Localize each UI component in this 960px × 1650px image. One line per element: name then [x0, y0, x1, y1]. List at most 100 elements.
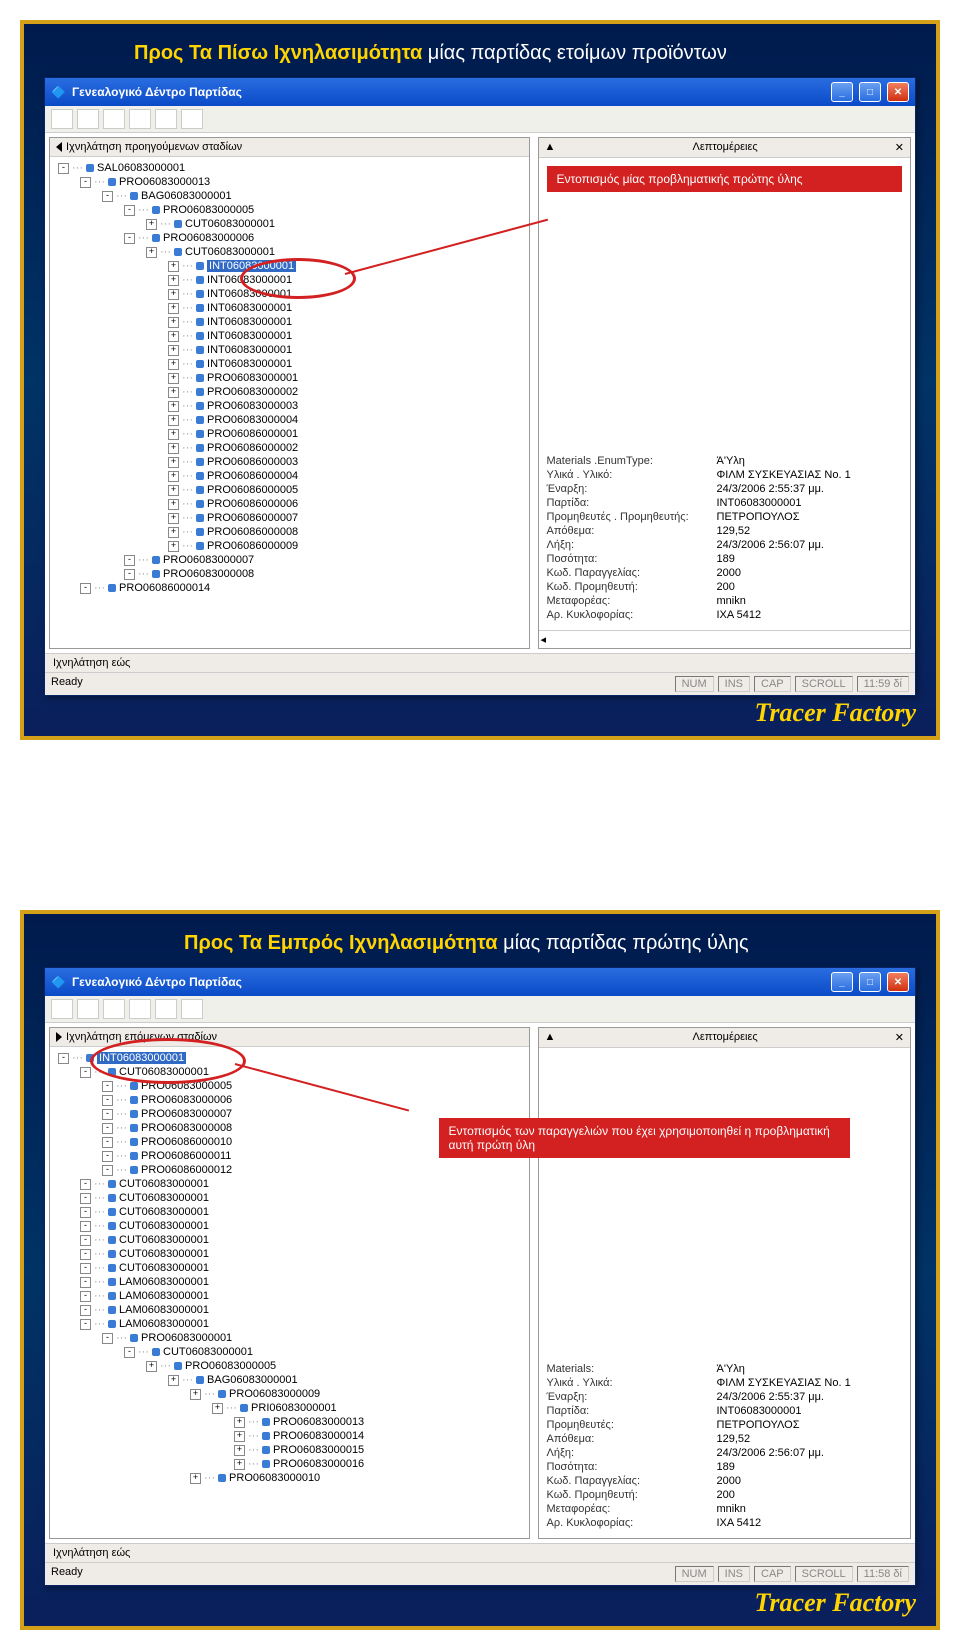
toolbar-button[interactable] [51, 999, 73, 1019]
tree-node[interactable]: +··· CUT06083000001 [50, 245, 529, 259]
close-panel-icon[interactable]: ✕ [895, 1031, 904, 1044]
tree-node[interactable]: -··· PRO06083000001 [50, 1331, 529, 1345]
toolbar-button[interactable] [77, 999, 99, 1019]
tree-expander[interactable]: + [168, 429, 179, 440]
tree-expander[interactable]: - [102, 1109, 113, 1120]
tree-node[interactable]: +··· INT06083000001 [50, 259, 529, 273]
tree-expander[interactable]: + [168, 457, 179, 468]
tree-node[interactable]: +··· INT06083000001 [50, 315, 529, 329]
tree-node[interactable]: -··· PRO06083000006 [50, 1093, 529, 1107]
tree-expander[interactable]: - [102, 1137, 113, 1148]
tree-node[interactable]: +··· BAG06083000001 [50, 1373, 529, 1387]
tree-node[interactable]: +··· PRO06086000001 [50, 427, 529, 441]
minimize-button[interactable]: _ [831, 82, 853, 102]
tree-expander[interactable]: - [124, 555, 135, 566]
tree-node[interactable]: +··· PRO06083000001 [50, 371, 529, 385]
tree-node[interactable]: +··· INT06083000001 [50, 273, 529, 287]
tree-pane[interactable]: Ιχνηλάτηση επόμενων σταδίων -··· INT0608… [49, 1027, 530, 1539]
tree-node[interactable]: -··· CUT06083000001 [50, 1247, 529, 1261]
tree-node[interactable]: +··· PRO06083000013 [50, 1415, 529, 1429]
toolbar-button[interactable] [77, 109, 99, 129]
tree-node[interactable]: -··· LAM06083000001 [50, 1317, 529, 1331]
toolbar-button[interactable] [181, 109, 203, 129]
toolbar-button[interactable] [155, 999, 177, 1019]
tree-expander[interactable]: - [80, 1193, 91, 1204]
maximize-button[interactable]: □ [859, 972, 881, 992]
tree-node[interactable]: +··· PRO06083000010 [50, 1471, 529, 1485]
tree-expander[interactable]: - [102, 1333, 113, 1344]
tree-node[interactable]: -··· PRO06083000008 [50, 567, 529, 581]
collapse-icon[interactable] [56, 142, 62, 152]
tree-node[interactable]: +··· INT06083000001 [50, 301, 529, 315]
tree-expander[interactable]: - [102, 1165, 113, 1176]
tree-node[interactable]: -··· PRO06083000013 [50, 175, 529, 189]
tree-node[interactable]: +··· PRO06083000014 [50, 1429, 529, 1443]
tree-expander[interactable]: + [168, 415, 179, 426]
expand-icon[interactable]: ▲ [545, 141, 556, 154]
tree-node[interactable]: +··· PRO06083000003 [50, 399, 529, 413]
tree-node[interactable]: +··· PRO06083000009 [50, 1387, 529, 1401]
tree-node[interactable]: +··· PRO06086000003 [50, 455, 529, 469]
tree-node[interactable]: -··· INT06083000001 [50, 1051, 529, 1065]
tree-expander[interactable]: - [102, 1095, 113, 1106]
tree-expander[interactable]: + [168, 513, 179, 524]
tree-expander[interactable]: - [80, 1249, 91, 1260]
tree-expander[interactable]: - [58, 163, 69, 174]
tree-expander[interactable]: - [102, 1151, 113, 1162]
tree-expander[interactable]: - [102, 1081, 113, 1092]
tree-node[interactable]: +··· PRO06086000007 [50, 511, 529, 525]
tree-node[interactable]: +··· PRO06086000009 [50, 539, 529, 553]
tree-node[interactable]: -··· PRO06086000014 [50, 581, 529, 595]
tree-node[interactable]: +··· PRO06083000016 [50, 1457, 529, 1471]
tree-node[interactable]: -··· PRO06083000007 [50, 553, 529, 567]
tree-node[interactable]: -··· CUT06083000001 [50, 1191, 529, 1205]
tree-expander[interactable]: + [168, 499, 179, 510]
toolbar-button[interactable] [129, 999, 151, 1019]
close-panel-icon[interactable]: ✕ [895, 141, 904, 154]
tree-expander[interactable]: + [168, 401, 179, 412]
tree-expander[interactable]: - [80, 1319, 91, 1330]
expand-icon[interactable] [56, 1032, 62, 1042]
tree-expander[interactable]: - [80, 1207, 91, 1218]
tree-node[interactable]: -··· SAL06083000001 [50, 161, 529, 175]
tree-node[interactable]: -··· PRO06086000012 [50, 1163, 529, 1177]
tree-expander[interactable]: + [168, 443, 179, 454]
tree-expander[interactable]: + [168, 261, 179, 272]
tree-node[interactable]: +··· PRO06083000005 [50, 1359, 529, 1373]
toolbar-button[interactable] [103, 999, 125, 1019]
tree-node[interactable]: +··· INT06083000001 [50, 357, 529, 371]
tree-node[interactable]: -··· CUT06083000001 [50, 1261, 529, 1275]
tree-node[interactable]: -··· CUT06083000001 [50, 1205, 529, 1219]
tree-expander[interactable]: + [168, 345, 179, 356]
tree-node[interactable]: +··· PRO06083000015 [50, 1443, 529, 1457]
tree-expander[interactable]: + [234, 1417, 245, 1428]
tree-node[interactable]: -··· CUT06083000001 [50, 1233, 529, 1247]
close-button[interactable]: ✕ [887, 972, 909, 992]
titlebar[interactable]: 🔷 Γενεαλογικό Δέντρο Παρτίδας _ □ ✕ [45, 968, 915, 996]
tree-node[interactable]: +··· PRO06086000005 [50, 483, 529, 497]
tree-expander[interactable]: - [80, 583, 91, 594]
tree-node[interactable]: -··· CUT06083000001 [50, 1065, 529, 1079]
tree-expander[interactable]: - [80, 1221, 91, 1232]
tree-node[interactable]: +··· PRO06083000002 [50, 385, 529, 399]
tree-expander[interactable]: - [102, 1123, 113, 1134]
toolbar-button[interactable] [155, 109, 177, 129]
tree-expander[interactable]: + [190, 1389, 201, 1400]
tree-node[interactable]: -··· CUT06083000001 [50, 1345, 529, 1359]
tree-expander[interactable]: + [146, 219, 157, 230]
tree-node[interactable]: +··· PRI06083000001 [50, 1401, 529, 1415]
titlebar[interactable]: 🔷 Γενεαλογικό Δέντρο Παρτίδας _ □ ✕ [45, 78, 915, 106]
tree-expander[interactable]: - [124, 205, 135, 216]
tree-expander[interactable]: + [168, 1375, 179, 1386]
toolbar-button[interactable] [181, 999, 203, 1019]
tree-expander[interactable]: - [124, 569, 135, 580]
tree-expander[interactable]: - [80, 1235, 91, 1246]
tree-expander[interactable]: + [168, 289, 179, 300]
tree-expander[interactable]: + [146, 247, 157, 258]
tree-expander[interactable]: + [212, 1403, 223, 1414]
tree-expander[interactable]: + [146, 1361, 157, 1372]
footer-tab[interactable]: Ιχνηλάτηση εώς [45, 1543, 915, 1562]
tree-expander[interactable]: + [234, 1459, 245, 1470]
tree-expander[interactable]: + [168, 387, 179, 398]
tree-expander[interactable]: + [168, 471, 179, 482]
